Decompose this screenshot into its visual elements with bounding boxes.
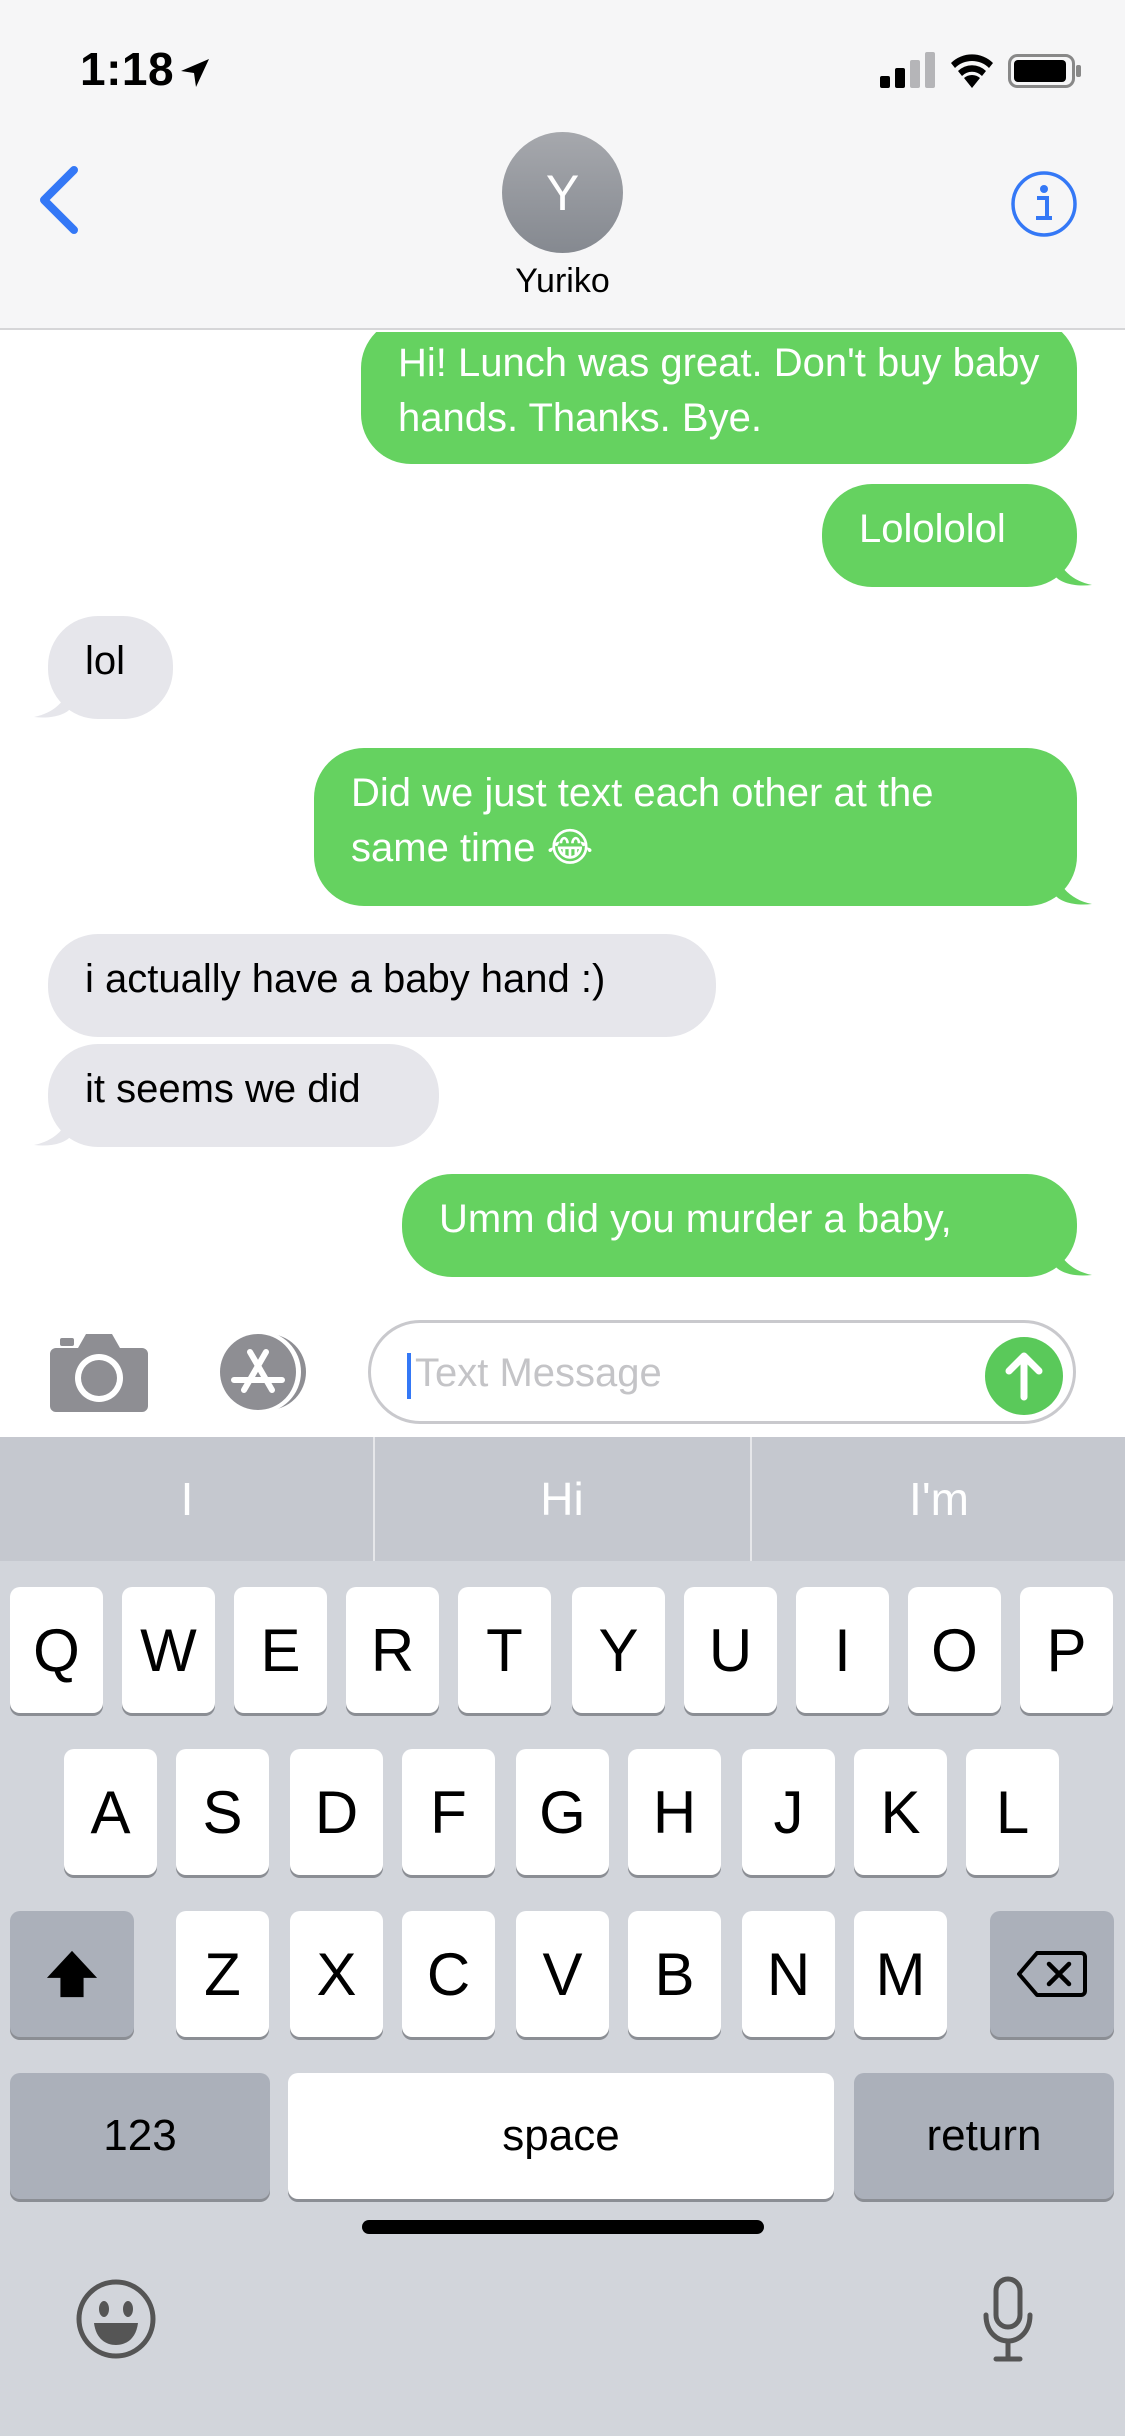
bubble-tail <box>1054 870 1092 905</box>
predictive-bar: I Hi I'm <box>0 1437 1125 1561</box>
battery-icon <box>1008 54 1081 88</box>
camera-icon[interactable] <box>48 1330 150 1414</box>
message-bubble-sent[interactable]: Lolololol <box>822 484 1077 587</box>
key-g[interactable]: G <box>516 1749 609 1875</box>
bubble-tail <box>34 1111 72 1146</box>
home-indicator[interactable] <box>362 2220 764 2234</box>
send-arrow-icon <box>1005 1352 1043 1401</box>
key-l[interactable]: L <box>966 1749 1059 1875</box>
shift-icon <box>46 1950 98 1998</box>
message-input[interactable]: Text Message <box>368 1320 1076 1424</box>
key-n[interactable]: N <box>742 1911 835 2037</box>
return-key[interactable]: return <box>854 2073 1114 2199</box>
location-arrow-icon <box>181 59 209 87</box>
key-y[interactable]: Y <box>572 1587 665 1713</box>
emoji-icon[interactable] <box>74 2277 158 2361</box>
key-h[interactable]: H <box>628 1749 721 1875</box>
key-o[interactable]: O <box>908 1587 1001 1713</box>
key-e[interactable]: E <box>234 1587 327 1713</box>
key-u[interactable]: U <box>684 1587 777 1713</box>
numbers-key[interactable]: 123 <box>10 2073 270 2199</box>
app-store-icon[interactable] <box>208 1330 318 1414</box>
key-p[interactable]: P <box>1020 1587 1113 1713</box>
key-z[interactable]: Z <box>176 1911 269 2037</box>
bubble-tail <box>1054 1241 1092 1276</box>
delete-icon <box>1017 1951 1087 1997</box>
suggestion-3[interactable]: I'm <box>752 1437 1125 1561</box>
key-m[interactable]: M <box>854 1911 947 2037</box>
key-q[interactable]: Q <box>10 1587 103 1713</box>
message-bubble-sent[interactable]: Hi! Lunch was great. Don't buy baby hand… <box>361 332 1077 464</box>
message-text: i actually have a baby hand :) <box>85 957 606 1001</box>
contact-name[interactable]: Yuriko <box>400 262 725 301</box>
key-x[interactable]: X <box>290 1911 383 2037</box>
back-chevron-icon[interactable] <box>30 160 90 240</box>
key-w[interactable]: W <box>122 1587 215 1713</box>
key-t[interactable]: T <box>458 1587 551 1713</box>
key-c[interactable]: C <box>402 1911 495 2037</box>
signal-icon <box>880 52 935 88</box>
conversation-header: 1:18 Y Yuriko <box>0 0 1125 330</box>
message-input-placeholder: Text Message <box>415 1351 662 1395</box>
microphone-icon[interactable] <box>978 2275 1038 2365</box>
info-icon[interactable] <box>1010 170 1078 238</box>
key-d[interactable]: D <box>290 1749 383 1875</box>
message-bubble-sent[interactable]: Did we just text each other at the same … <box>314 748 1077 906</box>
message-thread[interactable]: Hi! Lunch was great. Don't buy baby hand… <box>0 332 1125 1292</box>
key-f[interactable]: F <box>402 1749 495 1875</box>
delete-key[interactable] <box>990 1911 1114 2037</box>
key-a[interactable]: A <box>64 1749 157 1875</box>
suggestion-2[interactable]: Hi <box>375 1437 749 1561</box>
space-key[interactable]: space <box>288 2073 834 2199</box>
key-v[interactable]: V <box>516 1911 609 2037</box>
key-j[interactable]: J <box>742 1749 835 1875</box>
message-bubble-received[interactable]: i actually have a baby hand :) <box>48 934 716 1037</box>
keyboard: I Hi I'm Q W E R T Y U I O P A S D F G H… <box>0 1437 1125 2436</box>
key-r[interactable]: R <box>346 1587 439 1713</box>
message-text: it seems we did <box>85 1067 361 1111</box>
text-caret <box>407 1353 411 1399</box>
message-bubble-received[interactable]: it seems we did <box>48 1044 439 1147</box>
wifi-icon <box>951 54 993 88</box>
status-time: 1:18 <box>80 43 175 95</box>
message-text: Lolololol <box>859 507 1006 551</box>
key-i[interactable]: I <box>796 1587 889 1713</box>
message-text: Umm did you murder a baby, <box>439 1197 952 1241</box>
key-b[interactable]: B <box>628 1911 721 2037</box>
send-button[interactable] <box>985 1337 1063 1415</box>
bubble-tail <box>1054 551 1092 586</box>
avatar[interactable]: Y <box>502 132 623 253</box>
bubble-tail <box>34 683 72 718</box>
key-s[interactable]: S <box>176 1749 269 1875</box>
message-bubble-sent[interactable]: Umm did you murder a baby, <box>402 1174 1077 1277</box>
message-text: lol <box>85 639 126 683</box>
message-text: Hi! Lunch was great. Don't buy baby hand… <box>398 341 1040 440</box>
suggestion-1[interactable]: I <box>0 1437 374 1561</box>
message-text: Did we just text each other at the same … <box>351 771 934 870</box>
key-k[interactable]: K <box>854 1749 947 1875</box>
shift-key[interactable] <box>10 1911 134 2037</box>
